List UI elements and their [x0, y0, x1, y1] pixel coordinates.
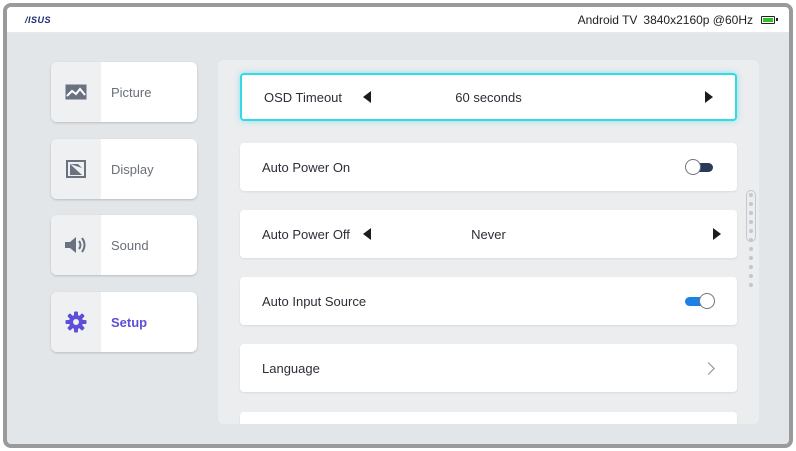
auto-power-off-value: Never [471, 226, 506, 242]
display-icon [51, 139, 101, 199]
speaker-icon [51, 215, 101, 275]
auto-input-source-toggle[interactable] [685, 293, 715, 309]
auto-power-on-toggle[interactable] [685, 159, 715, 175]
status-info: Android TV 3840x2160p @60Hz [572, 12, 778, 27]
auto-input-source-label: Auto Input Source [262, 293, 367, 309]
arrow-right-icon[interactable] [713, 228, 721, 240]
chevron-right-icon [702, 361, 715, 375]
tv-frame: /ISUS Android TV 3840x2160p @60Hz Pictur… [3, 3, 793, 448]
sidebar-item-setup[interactable]: Setup [51, 292, 197, 352]
osd-timeout-row[interactable]: OSD Timeout 60 seconds [240, 73, 737, 121]
osd-timeout-value: 60 seconds [455, 89, 522, 105]
brand-logo: /ISUS [25, 14, 52, 25]
scroll-thumb[interactable] [746, 190, 756, 242]
auto-power-off-row[interactable]: Auto Power Off Never [240, 210, 737, 258]
arrow-right-icon[interactable] [705, 91, 713, 103]
sidebar-item-sound[interactable]: Sound [51, 215, 197, 275]
auto-power-on-label: Auto Power On [262, 159, 351, 175]
auto-power-on-row[interactable]: Auto Power On [240, 143, 737, 191]
status-bar: /ISUS Android TV 3840x2160p @60Hz [7, 7, 789, 33]
sidebar-item-label: Sound [111, 237, 149, 253]
language-row[interactable]: Language [240, 344, 737, 392]
sidebar-item-display[interactable]: Display [51, 139, 197, 199]
sidebar-item-picture[interactable]: Picture [51, 62, 197, 122]
sidebar-item-label: Display [111, 161, 154, 177]
sidebar-item-label: Picture [111, 84, 152, 100]
auto-input-source-row[interactable]: Auto Input Source [240, 277, 737, 325]
gear-icon [51, 292, 101, 352]
next-row-partial[interactable] [240, 412, 737, 424]
sidebar-item-label: Setup [111, 314, 148, 330]
settings-panel: OSD Timeout 60 seconds Auto Power On Aut… [218, 60, 759, 424]
picture-icon [51, 62, 101, 122]
language-label: Language [262, 360, 320, 376]
scroll-indicator[interactable] [746, 190, 756, 292]
resolution-label: 3840x2160p @60Hz [643, 12, 753, 27]
battery-icon [761, 15, 778, 24]
device-label: Android TV [577, 12, 638, 27]
